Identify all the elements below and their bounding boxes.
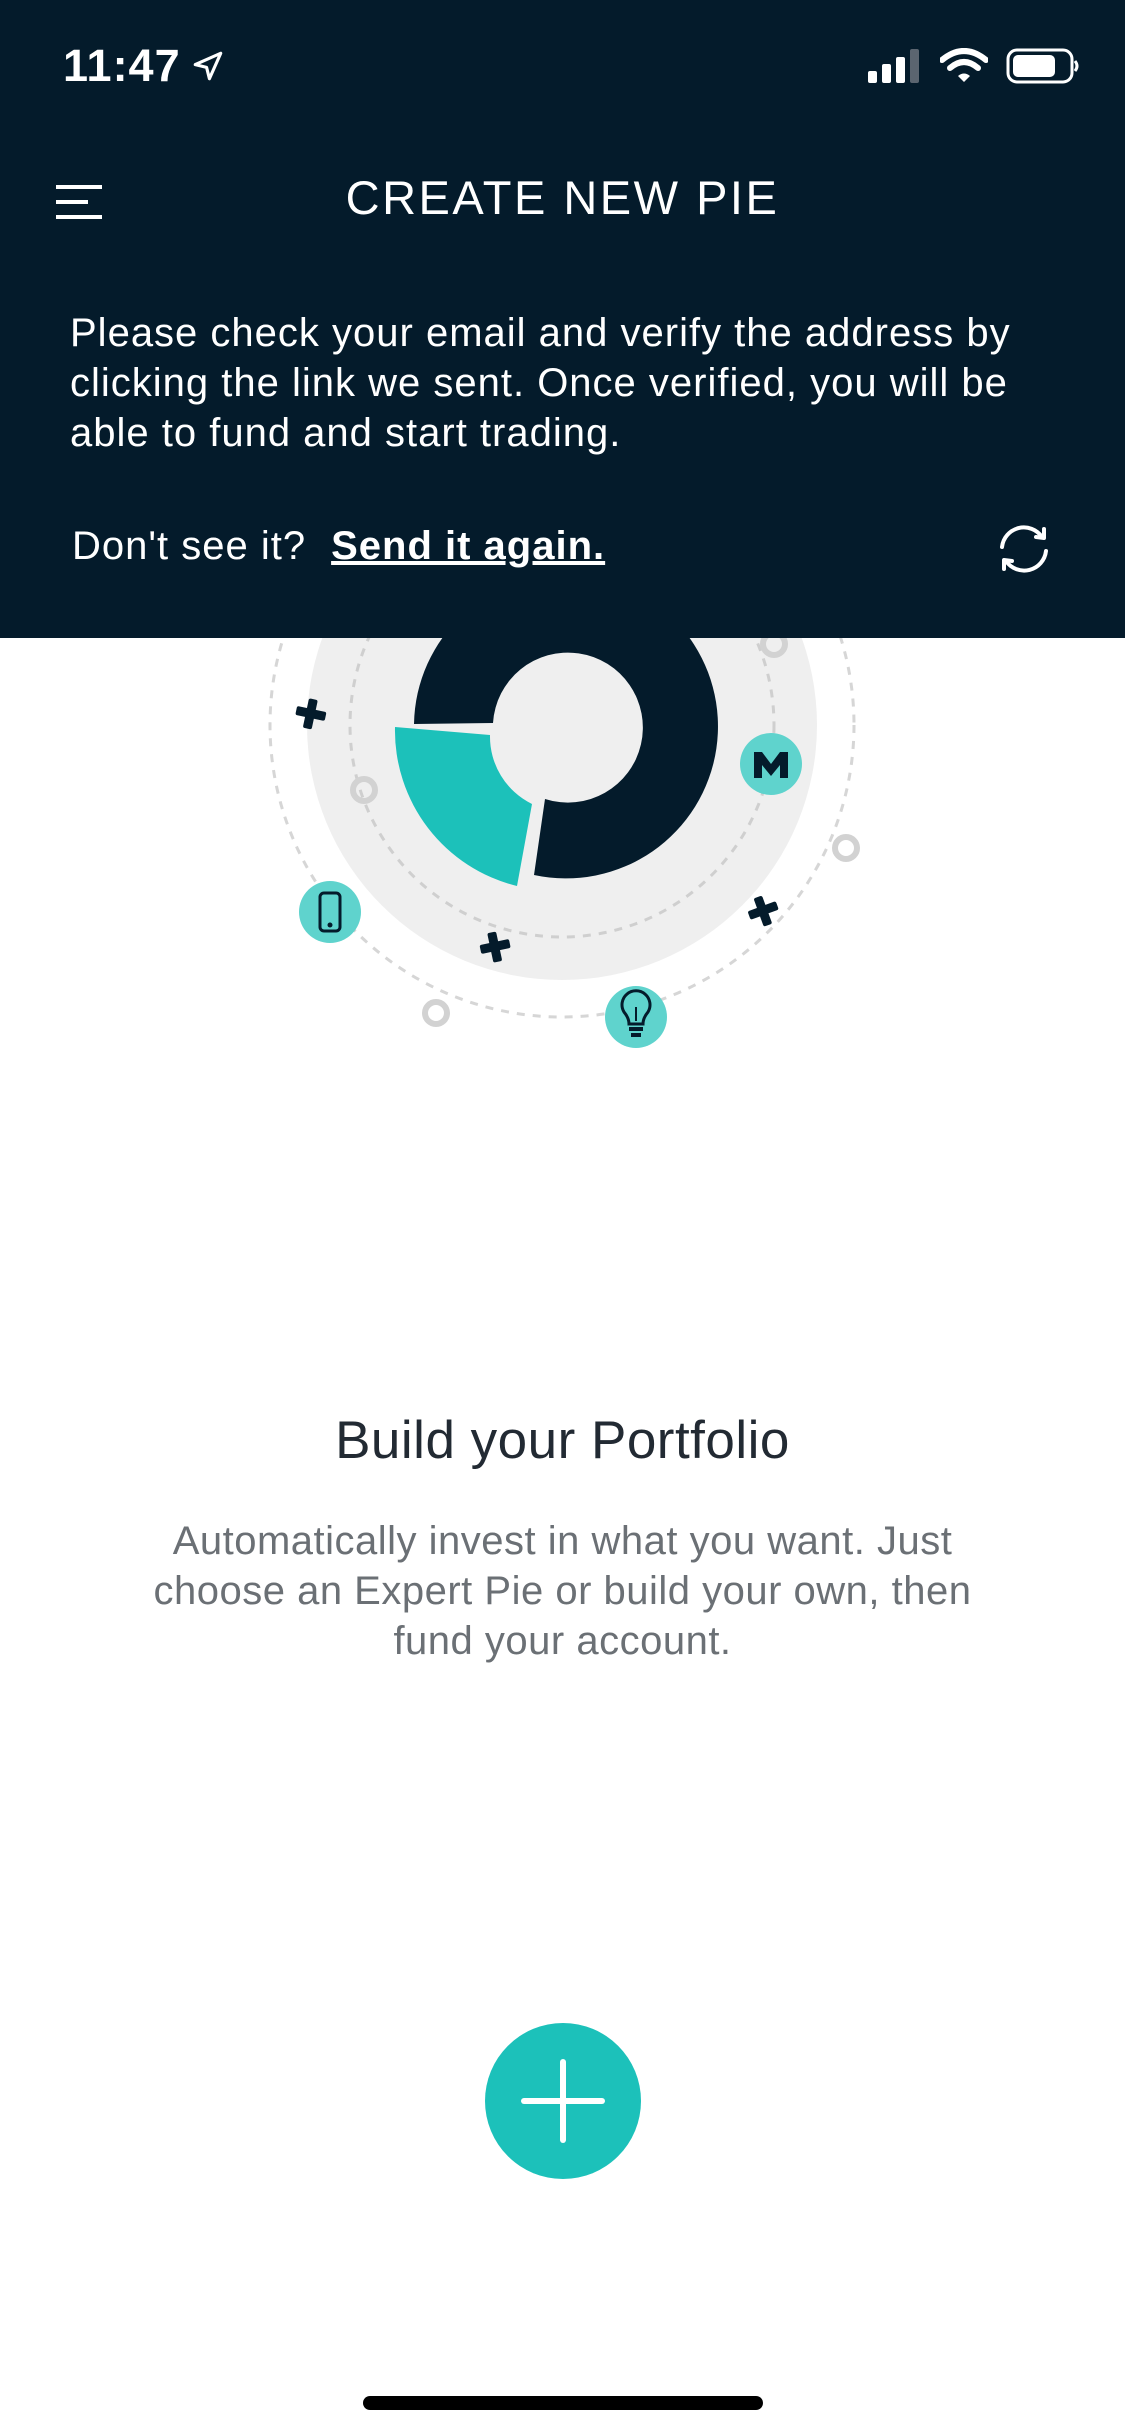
home-indicator (363, 2396, 763, 2410)
battery-icon (1006, 48, 1079, 84)
lightbulb-icon (605, 986, 667, 1048)
page-title: CREATE NEW PIE (345, 171, 780, 224)
signal-icon (868, 49, 919, 83)
time-label: 11:47 (63, 40, 181, 91)
status-bar-icons (868, 48, 1080, 84)
build-portfolio-title: Build your Portfolio (335, 1411, 790, 1470)
resend-prompt: Don't see it? (72, 524, 307, 568)
refresh-icon[interactable] (992, 517, 1056, 581)
status-bar-time: 11:47 (63, 40, 225, 92)
portfolio-pie-illustration (268, 638, 860, 1048)
location-arrow-icon (193, 51, 222, 81)
plus-icon (521, 2059, 605, 2143)
phone-icon (299, 881, 361, 943)
verify-email-message: Please check your email and verify the a… (70, 311, 1011, 455)
header-banner: 11:47 CREATE NEW PIE Please check your e… (0, 0, 1125, 638)
add-pie-button[interactable] (485, 2023, 641, 2179)
m-logo-icon (740, 733, 802, 795)
build-portfolio-description: Automatically invest in what you want. J… (153, 1519, 972, 1663)
wifi-icon (940, 48, 988, 82)
send-again-link[interactable]: Send it again. (331, 524, 605, 569)
resend-row: Don't see it? Send it again. (72, 524, 605, 569)
